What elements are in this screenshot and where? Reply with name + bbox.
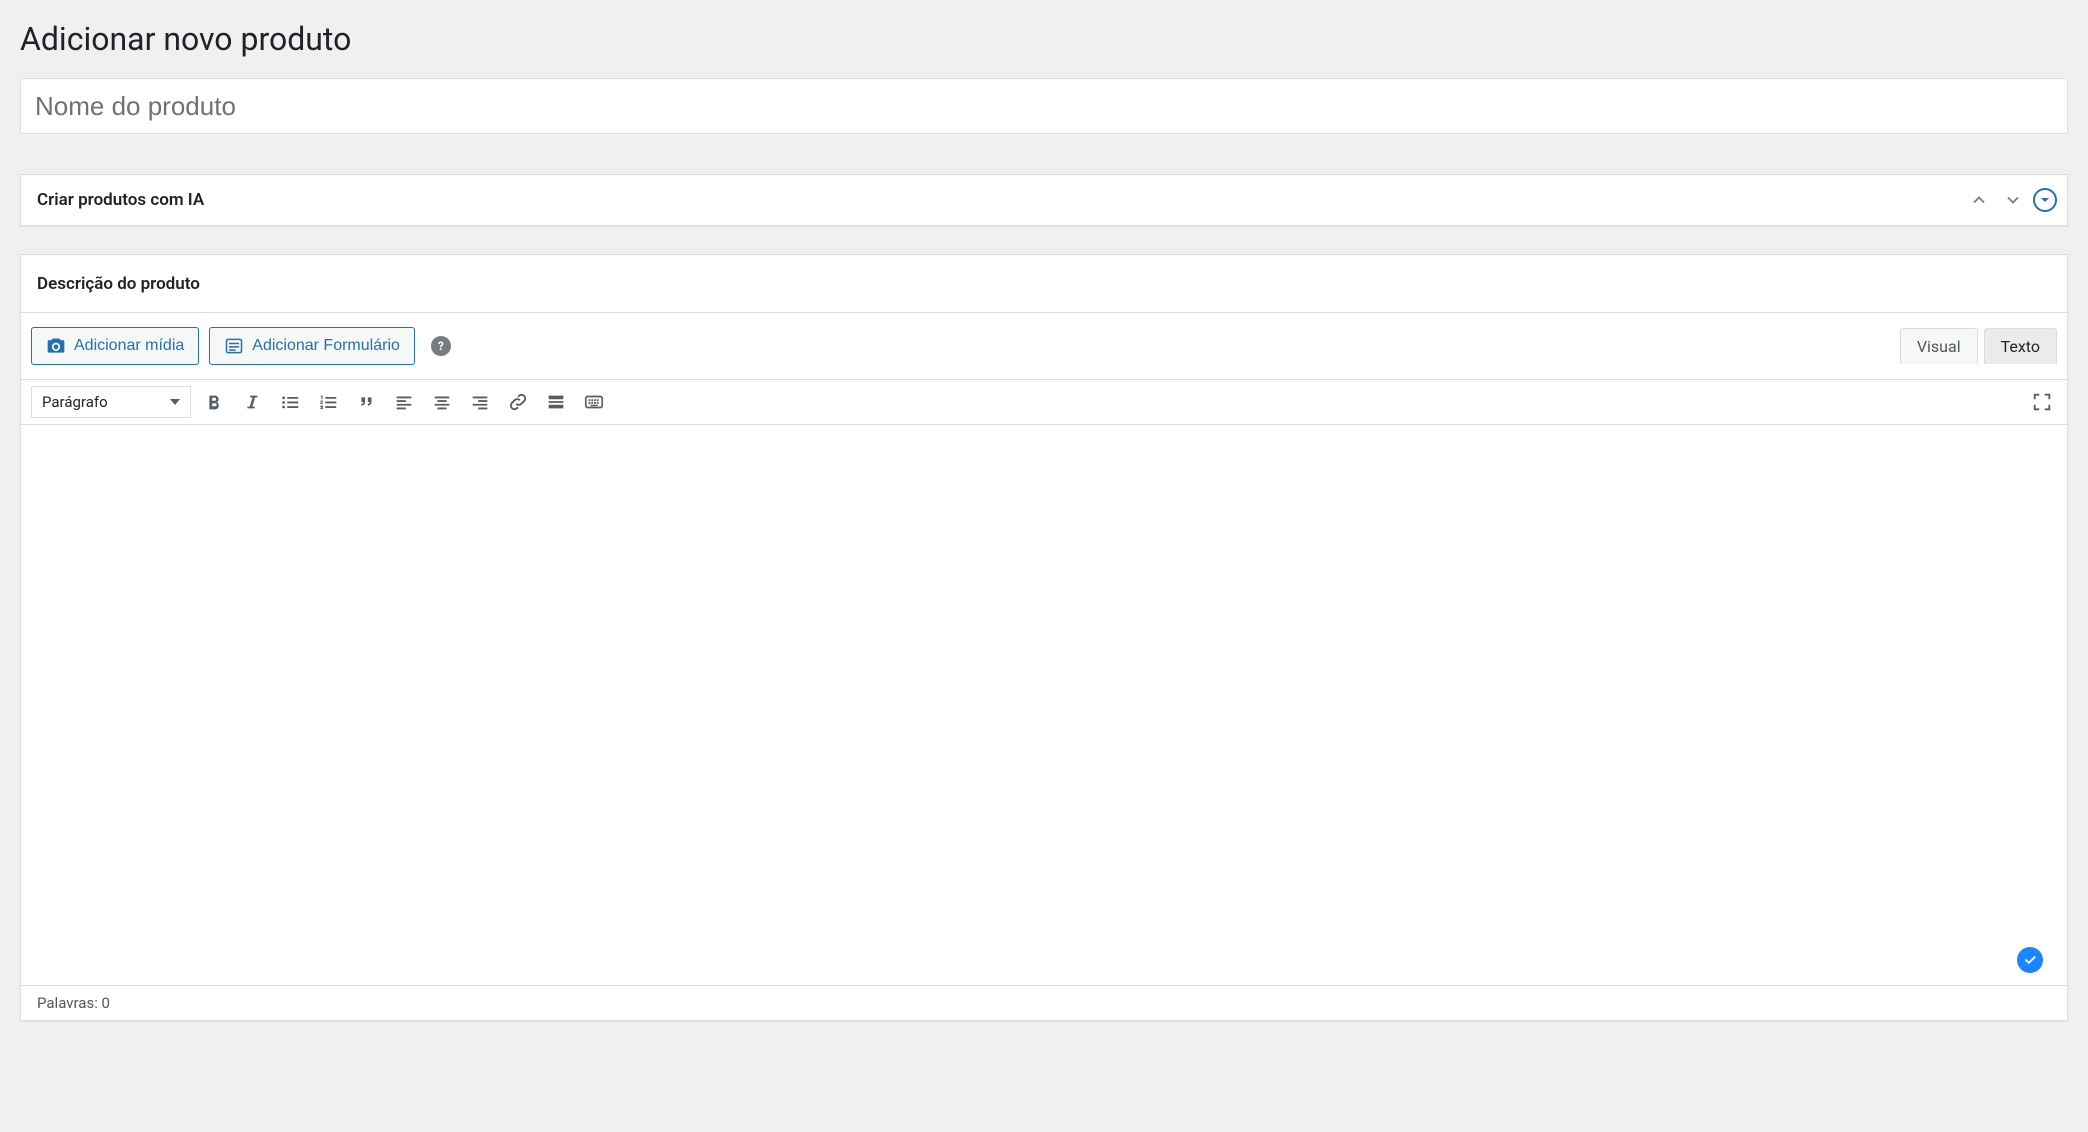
add-form-label: Adicionar Formulário: [252, 337, 400, 355]
editor-tabs: Visual Texto: [1894, 328, 2057, 364]
fullscreen-icon: [2031, 391, 2053, 413]
check-icon: [2023, 953, 2037, 967]
paragraph-format-label: Parágrafo: [42, 393, 108, 411]
editor-toolbar-left: Parágrafo: [31, 386, 609, 418]
link-icon: [507, 391, 529, 413]
bold-button[interactable]: [199, 387, 229, 417]
ai-products-box-title: Criar produtos com IA: [37, 190, 204, 210]
editor-toolbar: Parágrafo: [21, 380, 2067, 425]
move-up-button[interactable]: [1965, 186, 1993, 214]
add-media-label: Adicionar mídia: [74, 337, 184, 355]
fullscreen-button[interactable]: [2027, 387, 2057, 417]
editor-media-row: Adicionar mídia Adicionar Formulário ? V…: [21, 313, 2067, 380]
numbered-list-button[interactable]: [313, 387, 343, 417]
align-center-icon: [431, 391, 453, 413]
italic-icon: [241, 391, 263, 413]
add-form-button[interactable]: Adicionar Formulário: [209, 327, 415, 365]
align-left-icon: [393, 391, 415, 413]
grammar-check-badge[interactable]: [2017, 947, 2043, 973]
insert-link-button[interactable]: [503, 387, 533, 417]
word-count-label: Palavras: 0: [37, 994, 110, 1012]
description-box: Descrição do produto Adicionar mídia Adi…: [20, 254, 2068, 1021]
bullet-list-button[interactable]: [275, 387, 305, 417]
insert-more-button[interactable]: [541, 387, 571, 417]
align-left-button[interactable]: [389, 387, 419, 417]
bullet-list-icon: [279, 391, 301, 413]
page-title: Adicionar novo produto: [20, 0, 2068, 78]
description-box-header: Descrição do produto: [21, 255, 2067, 313]
keyboard-icon: [583, 391, 605, 413]
chevron-down-icon: [2003, 190, 2023, 210]
tab-texto[interactable]: Texto: [1984, 328, 2057, 364]
italic-button[interactable]: [237, 387, 267, 417]
bold-icon: [203, 391, 225, 413]
description-editor[interactable]: [21, 425, 2067, 985]
ai-products-box: Criar produtos com IA: [20, 174, 2068, 226]
add-media-button[interactable]: Adicionar mídia: [31, 327, 199, 365]
help-icon[interactable]: ?: [431, 336, 451, 356]
paragraph-format-select[interactable]: Parágrafo: [31, 386, 191, 418]
align-right-icon: [469, 391, 491, 413]
media-row-left: Adicionar mídia Adicionar Formulário ?: [31, 327, 451, 365]
align-center-button[interactable]: [427, 387, 457, 417]
editor-toolbar-right: [2027, 387, 2057, 417]
word-count-row: Palavras: 0: [21, 985, 2067, 1020]
chevron-up-icon: [1969, 190, 1989, 210]
product-name-field-wrap: [20, 78, 2068, 134]
blockquote-button[interactable]: [351, 387, 381, 417]
toggle-panel-button[interactable]: [2033, 188, 2057, 212]
form-icon: [224, 336, 244, 356]
ai-products-box-header: Criar produtos com IA: [21, 175, 2067, 225]
move-down-button[interactable]: [1999, 186, 2027, 214]
triangle-down-icon: [2040, 195, 2050, 205]
description-box-title: Descrição do produto: [37, 274, 200, 294]
align-right-button[interactable]: [465, 387, 495, 417]
quote-icon: [355, 391, 377, 413]
ai-products-box-actions: [1965, 186, 2067, 214]
read-more-icon: [545, 391, 567, 413]
camera-icon: [46, 336, 66, 356]
product-name-input[interactable]: [20, 78, 2068, 134]
numbered-list-icon: [317, 391, 339, 413]
toolbar-toggle-button[interactable]: [579, 387, 609, 417]
tab-visual[interactable]: Visual: [1900, 328, 1978, 364]
editor-wrap: [21, 425, 2067, 985]
